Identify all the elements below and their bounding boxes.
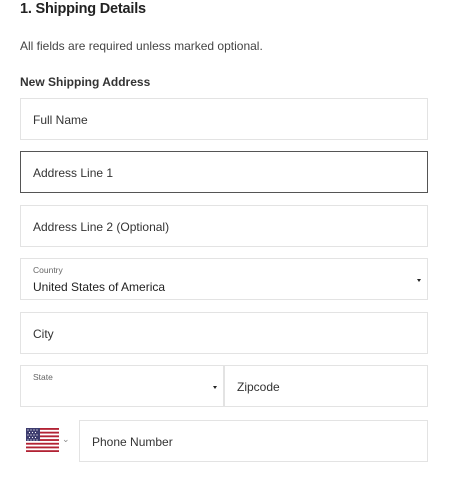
full-name-placeholder: Full Name bbox=[33, 113, 88, 127]
required-note: All fields are required unless marked op… bbox=[20, 39, 263, 53]
us-flag-icon bbox=[26, 428, 59, 452]
country-value: United States of America bbox=[33, 280, 166, 294]
phone-number-placeholder: Phone Number bbox=[92, 435, 173, 449]
address-line-1-placeholder: Address Line 1 bbox=[33, 166, 114, 180]
section-heading: New Shipping Address bbox=[20, 75, 151, 89]
state-label: State bbox=[33, 372, 53, 382]
address-line-1-field[interactable]: Address Line 1 bbox=[20, 151, 428, 193]
country-select[interactable]: Country United States of America bbox=[20, 258, 428, 300]
chevron-down-icon: ⌄ bbox=[62, 434, 70, 444]
caret-down-icon bbox=[417, 279, 421, 282]
zipcode-placeholder: Zipcode bbox=[237, 380, 280, 394]
state-select[interactable]: State bbox=[20, 365, 224, 407]
country-label: Country bbox=[33, 265, 63, 275]
caret-down-icon bbox=[213, 386, 217, 389]
address-line-2-field[interactable]: Address Line 2 (Optional) bbox=[20, 205, 428, 247]
zipcode-field[interactable]: Zipcode bbox=[224, 365, 428, 407]
address-line-2-placeholder: Address Line 2 (Optional) bbox=[33, 220, 170, 234]
page-title: 1. Shipping Details bbox=[20, 1, 146, 17]
full-name-field[interactable]: Full Name bbox=[20, 98, 428, 140]
city-field[interactable]: City bbox=[20, 312, 428, 354]
phone-country-selector[interactable]: ⌄ bbox=[20, 420, 78, 462]
phone-number-field[interactable]: Phone Number bbox=[79, 420, 428, 462]
city-placeholder: City bbox=[33, 327, 54, 341]
